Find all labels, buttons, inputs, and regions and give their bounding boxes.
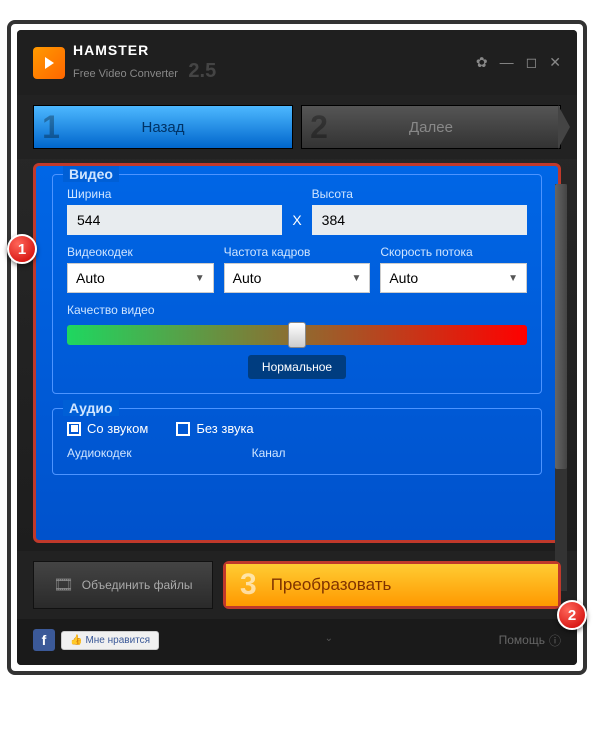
quality-value: Нормальное — [248, 355, 346, 379]
audio-legend: Аудио — [63, 400, 119, 416]
quality-label: Качество видео — [67, 303, 527, 317]
maximize-icon[interactable]: ◻ — [526, 54, 538, 71]
video-fieldset: Видео Ширина X Высота Видеокодек Auto▼ — [52, 174, 542, 394]
close-icon[interactable]: ✕ — [549, 54, 561, 71]
scrollbar[interactable] — [555, 184, 567, 591]
fps-label: Частота кадров — [224, 245, 371, 259]
app-window: HAMSTER Free Video Converter 2.5 ✿ — ◻ ✕… — [17, 30, 577, 665]
chevron-down-icon: ▼ — [195, 273, 205, 284]
audio-codec-label: Аудиокодек — [67, 446, 132, 460]
help-icon: ⓘ — [549, 632, 561, 649]
app-logo-icon — [33, 47, 65, 79]
merge-files-button[interactable]: 🎞 Объединить файлы — [33, 561, 213, 609]
facebook-icon[interactable]: f — [33, 629, 55, 651]
titlebar: HAMSTER Free Video Converter 2.5 ✿ — ◻ ✕ — [17, 30, 577, 95]
film-icon: 🎞 — [53, 575, 73, 595]
like-button[interactable]: 👍Мне нравится — [61, 631, 159, 650]
audio-fieldset: Аудио Со звуком Без звука Аудиокодек Кан… — [52, 408, 542, 475]
quality-slider[interactable] — [67, 325, 527, 345]
minimize-icon[interactable]: — — [500, 54, 514, 71]
with-sound-checkbox[interactable]: Со звуком — [67, 421, 148, 436]
no-sound-checkbox[interactable]: Без звука — [176, 421, 253, 436]
width-input[interactable] — [67, 205, 282, 235]
fps-select[interactable]: Auto▼ — [224, 263, 371, 293]
step-bar: 1 Назад 2 Далее — [17, 95, 577, 159]
callout-marker-1: 1 — [7, 234, 37, 264]
height-label: Высота — [312, 187, 527, 201]
step-back[interactable]: 1 Назад — [33, 105, 293, 149]
convert-button[interactable]: 3 Преобразовать — [226, 564, 558, 606]
footer: f 👍Мне нравится ⌄ Помощьⓘ — [17, 619, 577, 665]
app-name: HAMSTER — [73, 42, 149, 58]
chevron-down-icon: ▼ — [351, 273, 361, 284]
codec-label: Видеокодек — [67, 245, 214, 259]
dimension-separator: X — [292, 212, 301, 235]
callout-marker-2: 2 — [557, 600, 587, 630]
bitrate-select[interactable]: Auto▼ — [380, 263, 527, 293]
app-version: 2.5 — [188, 60, 216, 82]
codec-select[interactable]: Auto▼ — [67, 263, 214, 293]
scrollbar-thumb[interactable] — [555, 184, 567, 469]
audio-channel-label: Канал — [252, 446, 286, 460]
step-next[interactable]: 2 Далее — [301, 105, 561, 149]
expand-icon[interactable]: ⌄ — [159, 633, 499, 644]
app-subtitle: Free Video Converter — [73, 68, 178, 80]
help-link[interactable]: Помощьⓘ — [499, 632, 561, 649]
width-label: Ширина — [67, 187, 282, 201]
settings-icon[interactable]: ✿ — [476, 54, 488, 71]
chevron-down-icon: ▼ — [508, 273, 518, 284]
bottom-bar: 🎞 Объединить файлы 3 Преобразовать — [17, 551, 577, 619]
bitrate-label: Скорость потока — [380, 245, 527, 259]
video-legend: Видео — [63, 166, 119, 182]
settings-panel: Видео Ширина X Высота Видеокодек Auto▼ — [33, 163, 561, 543]
height-input[interactable] — [312, 205, 527, 235]
slider-handle[interactable] — [288, 322, 306, 348]
